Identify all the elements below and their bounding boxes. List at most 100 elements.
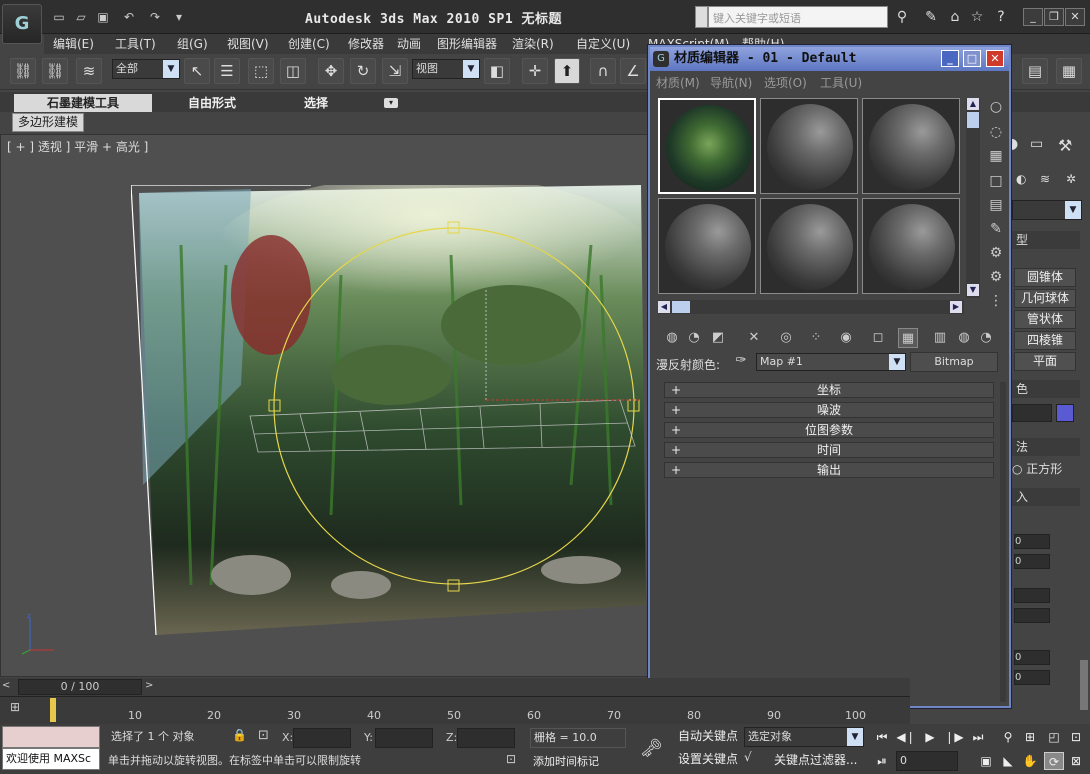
rollout-time[interactable]: + 时间 bbox=[664, 442, 994, 458]
unlink-icon[interactable]: ⛓ bbox=[42, 58, 68, 84]
sample-slot-5[interactable] bbox=[760, 198, 858, 294]
spinner-field[interactable]: 0 bbox=[1014, 534, 1050, 549]
name-color-header[interactable]: 色 bbox=[1012, 380, 1080, 398]
cone-button[interactable]: 圆锥体 bbox=[1014, 268, 1076, 287]
spinner-field[interactable] bbox=[1014, 608, 1050, 623]
assign-to-selection-icon[interactable]: ◩ bbox=[708, 328, 728, 348]
redo-icon[interactable]: ↷ bbox=[146, 8, 164, 26]
square-radio[interactable]: ○ 正方形 bbox=[1012, 460, 1062, 477]
sample-slot-1[interactable] bbox=[658, 98, 756, 194]
select-by-material-icon[interactable]: ⚙ bbox=[986, 267, 1006, 287]
go-forward-sibling-icon[interactable]: ◔ bbox=[976, 328, 996, 348]
scroll-up-arrow-icon[interactable]: ▲ bbox=[967, 98, 979, 110]
material-id-channel-icon[interactable]: ◻ bbox=[868, 328, 888, 348]
material-editor-scrollbar[interactable] bbox=[1000, 382, 1006, 702]
slots-vertical-scrollbar[interactable]: ▲ ▼ bbox=[966, 98, 980, 298]
render-frame-icon[interactable]: ▦ bbox=[1056, 58, 1082, 84]
tab-selection[interactable]: 选择 bbox=[270, 94, 362, 112]
me-menu-options[interactable]: 选项(O) bbox=[764, 74, 807, 91]
zoom-extents-all-icon[interactable]: ⊡ bbox=[1066, 728, 1086, 746]
set-key-icon[interactable]: 🗝 bbox=[640, 738, 668, 760]
rollout-bitmap-parameters[interactable]: + 位图参数 bbox=[664, 422, 994, 438]
put-to-scene-icon[interactable]: ◔ bbox=[684, 328, 704, 348]
map-type-button[interactable]: Bitmap bbox=[910, 352, 998, 372]
time-tag-icon[interactable]: ⊡ bbox=[506, 752, 524, 770]
key-mode-toggle-icon[interactable]: ⏯ bbox=[872, 752, 892, 770]
time-next-icon[interactable]: > bbox=[145, 680, 159, 694]
ribbon-options-icon[interactable]: ▾ bbox=[384, 98, 398, 108]
show-map-in-viewport-icon[interactable]: ▦ bbox=[898, 328, 918, 348]
go-to-end-icon[interactable]: ⏭ bbox=[968, 728, 988, 746]
maxscript-mini-listener[interactable]: 欢迎使用 MAXSc bbox=[2, 748, 100, 770]
window-crossing-icon[interactable]: ◫ bbox=[280, 58, 306, 84]
key-tools-icon[interactable]: ✎ bbox=[922, 8, 940, 26]
restore-button[interactable]: ❐ bbox=[1044, 8, 1064, 26]
play-icon[interactable]: ▶ bbox=[920, 728, 940, 746]
menu-animation[interactable]: 动画 bbox=[397, 34, 421, 54]
binoculars-icon[interactable]: ⚲ bbox=[893, 8, 911, 26]
y-coordinate-field[interactable] bbox=[375, 728, 433, 748]
go-to-parent-icon[interactable]: ◍ bbox=[954, 328, 974, 348]
absolute-mode-icon[interactable]: ⊡ bbox=[258, 728, 274, 746]
menu-create[interactable]: 创建(C) bbox=[288, 34, 330, 54]
map-name-dropdown-icon[interactable]: ▼ bbox=[889, 354, 905, 370]
scroll-right-arrow-icon[interactable]: ▶ bbox=[950, 301, 962, 313]
bind-spacewarp-icon[interactable]: ≋ bbox=[76, 58, 102, 84]
make-unique-icon[interactable]: ⁘ bbox=[806, 328, 826, 348]
command-panel-scrollbar[interactable] bbox=[1080, 660, 1088, 710]
rollout-output[interactable]: + 输出 bbox=[664, 462, 994, 478]
keyboard-shortcut-override-icon[interactable]: ⬆ bbox=[554, 58, 580, 84]
video-color-check-icon[interactable]: ▤ bbox=[986, 195, 1006, 215]
plane-button[interactable]: 平面 bbox=[1014, 352, 1076, 371]
zoom-extents-icon[interactable]: ◰ bbox=[1044, 728, 1064, 746]
minimize-button[interactable]: _ bbox=[1023, 8, 1043, 26]
spinner-field[interactable] bbox=[1014, 588, 1050, 603]
x-coordinate-field[interactable] bbox=[293, 728, 351, 748]
show-end-result-icon[interactable]: ▥ bbox=[930, 328, 950, 348]
sample-slot-6[interactable] bbox=[862, 198, 960, 294]
me-menu-utilities[interactable]: 工具(U) bbox=[820, 74, 862, 91]
material-editor-minimize-button[interactable]: _ bbox=[941, 50, 959, 67]
next-frame-icon[interactable]: ❘▶ bbox=[944, 728, 964, 746]
add-time-tag-button[interactable]: 添加时间标记 bbox=[533, 752, 599, 772]
spinner-field[interactable]: 0 bbox=[1014, 650, 1050, 665]
link-icon[interactable]: ⛓ bbox=[10, 58, 36, 84]
spacewarps-icon[interactable]: ≋ bbox=[1040, 172, 1058, 188]
previous-frame-icon[interactable]: ◀❘ bbox=[896, 728, 916, 746]
select-by-name-icon[interactable]: ☰ bbox=[214, 58, 240, 84]
go-to-start-icon[interactable]: ⏮ bbox=[872, 728, 892, 746]
shapes-icon[interactable]: ◐ bbox=[1016, 172, 1032, 188]
creation-method-header[interactable]: 法 bbox=[1012, 438, 1080, 456]
close-button[interactable]: ✕ bbox=[1065, 8, 1085, 26]
time-prev-icon[interactable]: < bbox=[2, 680, 16, 694]
select-manipulate-icon[interactable]: ✛ bbox=[522, 58, 548, 84]
maxscript-listener-pink[interactable] bbox=[2, 726, 100, 748]
menu-tools[interactable]: 工具(T) bbox=[115, 34, 156, 54]
rotate-icon[interactable]: ↻ bbox=[350, 58, 376, 84]
rollout-noise[interactable]: + 噪波 bbox=[664, 402, 994, 418]
pan-hand-icon[interactable]: ✋ bbox=[1020, 752, 1040, 770]
set-key-button[interactable]: 设置关键点 bbox=[678, 749, 738, 769]
scroll-left-arrow-icon[interactable]: ◀ bbox=[658, 301, 670, 313]
reset-map-icon[interactable]: ✕ bbox=[744, 328, 764, 348]
key-filter-curve-icon[interactable]: √ bbox=[744, 750, 764, 770]
background-checker-icon[interactable]: ▦ bbox=[986, 146, 1006, 166]
pyramid-button[interactable]: 四棱锥 bbox=[1014, 331, 1076, 350]
new-file-icon[interactable]: ▭ bbox=[50, 8, 68, 26]
me-menu-navigation[interactable]: 导航(N) bbox=[710, 74, 752, 91]
tab-graphite-modeling[interactable]: 石墨建模工具 bbox=[14, 94, 152, 112]
menu-group[interactable]: 组(G) bbox=[177, 34, 208, 54]
menu-customize[interactable]: 自定义(U) bbox=[576, 34, 630, 54]
z-coordinate-field[interactable] bbox=[457, 728, 515, 748]
auto-key-button[interactable]: 自动关键点 bbox=[678, 726, 738, 746]
snap-toggle-icon[interactable]: ∩ bbox=[590, 58, 616, 84]
monitor-icon[interactable]: ▭ bbox=[1030, 136, 1052, 156]
spinner-field[interactable]: 0 bbox=[1014, 670, 1050, 685]
maximize-viewport-icon[interactable]: ⊠ bbox=[1066, 752, 1086, 770]
scale-icon[interactable]: ⇲ bbox=[382, 58, 408, 84]
field-of-view-icon[interactable]: ◣ bbox=[998, 752, 1018, 770]
help-icon[interactable]: ? bbox=[992, 8, 1010, 26]
app-logo-button[interactable]: G bbox=[2, 4, 42, 44]
save-icon[interactable]: ▣ bbox=[94, 8, 112, 26]
key-filters-button[interactable]: 关键点过滤器... bbox=[774, 750, 857, 770]
